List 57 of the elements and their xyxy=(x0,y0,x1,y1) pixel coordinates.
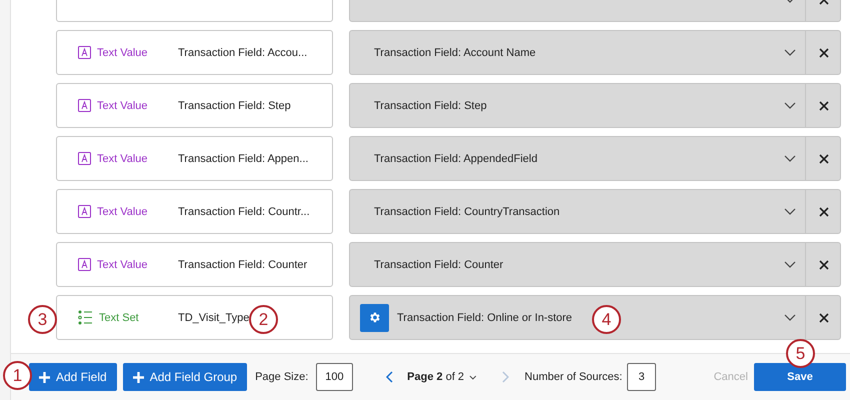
field-name: Transaction Field: Counter xyxy=(178,258,308,270)
text-icon xyxy=(78,152,91,165)
settings-button[interactable] xyxy=(360,304,389,332)
chevron-down-icon xyxy=(784,49,796,56)
add-field-group-button[interactable]: Add Field Group xyxy=(122,363,248,391)
close-icon xyxy=(819,48,829,58)
field-name: Transaction Field: Step xyxy=(178,100,291,112)
close-icon xyxy=(819,154,829,164)
caret-icon xyxy=(469,374,477,380)
plus-icon xyxy=(132,372,144,382)
mapping-value: Transaction Field: Online or In-store xyxy=(396,312,572,324)
page-size-label: Page Size: xyxy=(255,371,308,383)
mapping-value: Transaction Field: Step xyxy=(373,100,487,112)
text-icon xyxy=(78,99,91,112)
field-name: TD_Visit_Type xyxy=(178,312,250,324)
chevron-down-icon xyxy=(784,314,796,321)
chevron-down-icon xyxy=(784,155,796,162)
field-type: Text Value xyxy=(97,152,148,164)
field-name: Transaction Field: Appen... xyxy=(178,152,308,164)
list-icon xyxy=(78,310,93,325)
sources-label: Number of Sources: xyxy=(524,371,622,383)
field-name: Transaction Field: Accou... xyxy=(178,46,308,58)
close-icon xyxy=(819,260,829,270)
page-selector[interactable]: Page 2 of 2 xyxy=(407,371,464,383)
field-type: Text Value xyxy=(97,206,148,218)
add-field-button[interactable]: Add Field xyxy=(29,363,117,391)
field-type: Text Value xyxy=(97,46,148,58)
close-icon xyxy=(819,312,829,322)
mapping-value: Transaction Field: AppendedField xyxy=(373,152,538,164)
mapping-dropdown[interactable]: Transaction Field: AppendedField xyxy=(349,136,841,181)
mapping-dropdown[interactable]: Transaction Field: Step xyxy=(349,83,841,128)
close-icon xyxy=(819,206,829,216)
text-icon xyxy=(78,46,91,59)
save-button[interactable]: Save xyxy=(754,363,846,391)
field-name: Transaction Field: Countr... xyxy=(178,206,310,218)
page-size-field[interactable]: 100 xyxy=(316,363,352,391)
mapping-dropdown[interactable]: Transaction Field: Account Name xyxy=(349,30,841,75)
mapping-value: Transaction Field: Account Name xyxy=(373,46,536,58)
step-marker: 3 xyxy=(28,305,57,334)
field-type: Text Set xyxy=(99,312,139,324)
close-icon xyxy=(819,100,829,110)
chevron-down-icon xyxy=(784,102,796,109)
chevron-left-icon xyxy=(386,371,393,383)
gear-icon xyxy=(368,311,381,324)
field-type: Text Value xyxy=(97,100,148,112)
sources-field[interactable]: 3 xyxy=(627,363,656,391)
mapping-dropdown[interactable]: Transaction Field: CountryTransaction xyxy=(349,189,841,234)
text-icon xyxy=(78,205,91,218)
field-type: Text Value xyxy=(97,258,148,270)
chevron-down-icon xyxy=(784,208,796,215)
chevron-down-icon xyxy=(784,261,796,268)
mapping-value: Transaction Field: Counter xyxy=(373,258,504,270)
mapping-dropdown[interactable]: Transaction Field: Counter xyxy=(349,242,841,287)
plus-icon xyxy=(39,372,50,382)
mapping-value: Transaction Field: CountryTransaction xyxy=(373,206,560,218)
text-icon xyxy=(78,258,91,271)
chevron-right-icon xyxy=(502,371,510,383)
